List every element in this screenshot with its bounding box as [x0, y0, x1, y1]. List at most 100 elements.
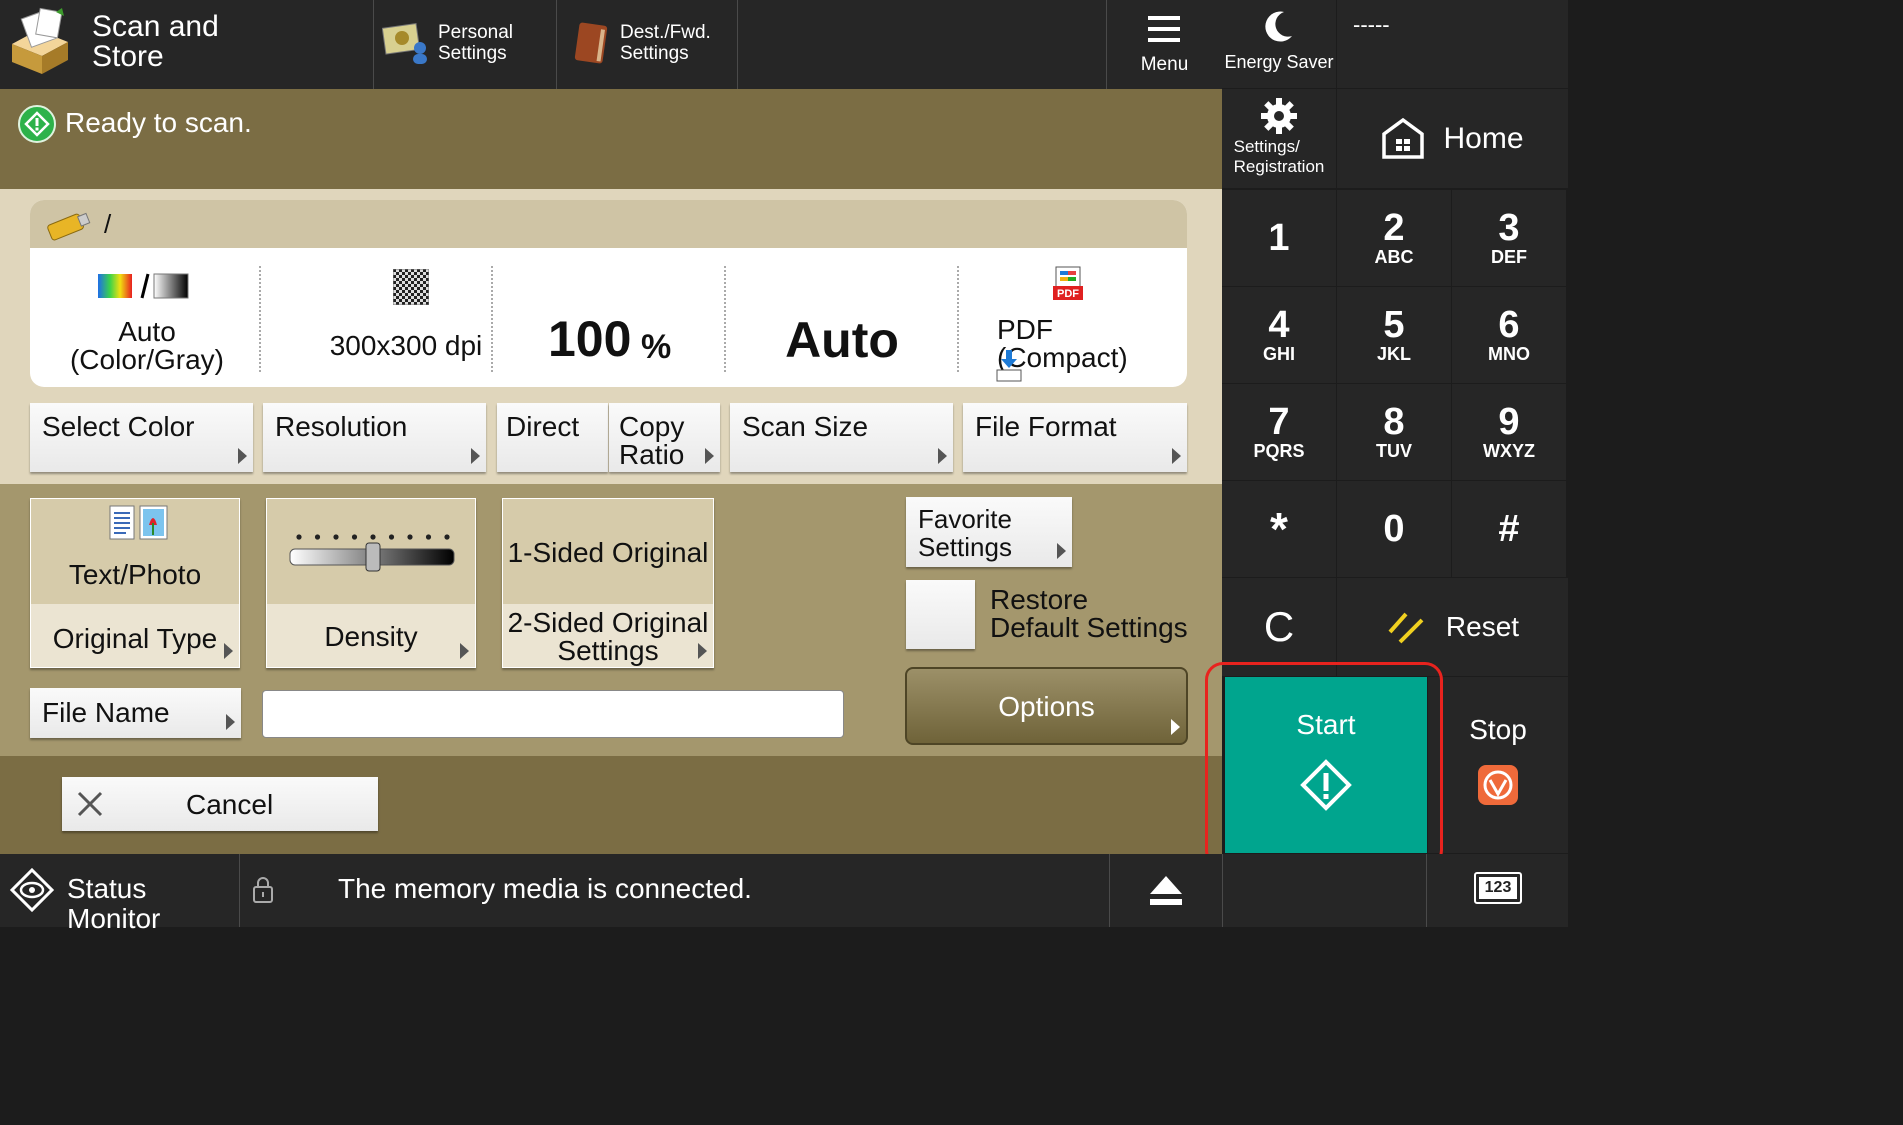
file-name-input[interactable]: [262, 690, 844, 738]
keypad-letters: GHI: [1262, 344, 1295, 364]
status-bar: Status Monitor The memory media is conne…: [0, 854, 1568, 934]
copy-ratio-summary: 100 %: [493, 248, 725, 387]
keypad-key-7[interactable]: 7 PQRS: [1222, 384, 1336, 480]
scan-size-summary: Auto: [726, 248, 958, 387]
resolution-button[interactable]: Resolution: [263, 403, 486, 472]
original-type-label: Original Type: [52, 623, 218, 654]
keypad-digit: #: [1498, 508, 1520, 550]
device-screen: Scan and Store Personal Settings Dest./F…: [0, 0, 1568, 934]
settings-registration-button[interactable]: Settings/ Registration: [1222, 89, 1336, 188]
direct-label: Direct: [506, 411, 580, 442]
personal-settings-button[interactable]: Personal Settings: [374, 0, 556, 89]
file-format-button[interactable]: File Format: [963, 403, 1187, 472]
file-format-value: PDF (Compact): [997, 314, 1128, 373]
keypad-key-1[interactable]: 1: [1222, 190, 1336, 286]
density-level-dot: [370, 534, 376, 540]
file-name-button[interactable]: File Name: [30, 688, 241, 738]
original-type-button[interactable]: Text/Photo Original Type: [30, 498, 240, 668]
scan-size-button[interactable]: Scan Size: [730, 403, 953, 472]
keypad-letters: TUV: [1376, 441, 1412, 461]
keypad-letters: ABC: [1374, 247, 1414, 267]
keypad-key-8[interactable]: 8 TUV: [1337, 384, 1451, 480]
density-level-dot: [314, 534, 321, 540]
color-value: Auto (Color/Gray): [69, 316, 224, 375]
address-book-icon: [573, 22, 609, 64]
status-monitor-button[interactable]: Status Monitor: [0, 854, 238, 934]
user-login-area[interactable]: -----: [1337, 0, 1568, 88]
hamburger-menu-icon: [1147, 14, 1181, 44]
select-color-button[interactable]: Select Color: [30, 403, 253, 472]
direct-button[interactable]: Direct: [497, 403, 608, 472]
keypad-letters: JKL: [1376, 344, 1411, 364]
cancel-button[interactable]: Cancel: [62, 777, 378, 831]
keypad-key-3[interactable]: 3 DEF: [1452, 190, 1566, 286]
density-button[interactable]: Density: [266, 498, 476, 668]
dest-fwd-settings-button[interactable]: Dest./Fwd. Settings: [557, 0, 737, 89]
options-label: Options: [998, 691, 1095, 722]
ratio-value: 100: [548, 311, 632, 367]
ready-diamond-icon: [18, 105, 56, 143]
keypad-digit: 0: [1383, 508, 1405, 550]
eject-icon: [1148, 874, 1184, 908]
app-title: Scan and Store: [92, 10, 219, 73]
destination-path-bar: /: [30, 200, 1187, 248]
keypad-digit: 4: [1268, 304, 1290, 346]
options-button[interactable]: Options: [905, 667, 1188, 745]
restore-default-button[interactable]: [906, 580, 975, 649]
stop-label: Stop: [1469, 714, 1527, 745]
gear-icon: [1260, 97, 1298, 135]
keypad-key-5[interactable]: 5 JKL: [1337, 287, 1451, 383]
top-bar: Scan and Store Personal Settings Dest./F…: [0, 0, 1222, 89]
counter-button[interactable]: 123: [1474, 872, 1522, 904]
keypad-key-2[interactable]: 2 ABC: [1337, 190, 1451, 286]
color-gray-icon: [96, 270, 192, 300]
menu-button[interactable]: Menu: [1107, 0, 1222, 89]
density-level-dot: [296, 534, 302, 540]
personal-settings-label: Personal Settings: [438, 22, 513, 64]
scan-size-value: Auto: [785, 312, 899, 368]
density-thumb: [365, 542, 381, 572]
scan-and-store-icon: [8, 6, 72, 76]
settings-registration-label: Settings/ Registration: [1233, 136, 1325, 176]
keypad-key-6[interactable]: 6 MNO: [1452, 287, 1566, 383]
dest-fwd-settings-label: Dest./Fwd. Settings: [620, 22, 711, 64]
resolution-checker-icon: [392, 268, 430, 306]
counter-label: 123: [1479, 877, 1517, 899]
keypad-key-0[interactable]: 0: [1337, 481, 1451, 577]
keypad-key-9[interactable]: 9 WXYZ: [1452, 384, 1566, 480]
keypad-key-hash[interactable]: #: [1452, 481, 1566, 577]
file-format-summary: PDF PDF (Compact): [959, 248, 1187, 387]
density-level-dot: [407, 534, 413, 540]
menu-label: Menu: [1140, 54, 1189, 75]
control-panel: Energy Saver ----- Settings/ Registratio…: [1205, 0, 1568, 868]
clear-label: C: [1263, 603, 1295, 650]
text-photo-icon: [109, 505, 169, 541]
restore-default-label: Restore Default Settings: [990, 584, 1188, 643]
favorite-settings-button[interactable]: Favorite Settings: [906, 497, 1072, 567]
favorite-settings-label: Favorite Settings: [918, 504, 1012, 562]
density-level-dot: [388, 534, 395, 540]
density-label: Density: [324, 621, 418, 652]
keypad-key-star[interactable]: *: [1222, 481, 1336, 577]
home-button[interactable]: Home: [1337, 89, 1568, 188]
sided-label: 2-Sided Original Settings: [507, 607, 709, 666]
save-to-media-icon: [995, 349, 1023, 383]
keypad-letters: WXYZ: [1483, 441, 1535, 461]
stop-button[interactable]: Stop: [1428, 677, 1568, 853]
copy-ratio-label: Copy Ratio: [619, 411, 685, 470]
copy-ratio-button[interactable]: Copy Ratio: [609, 403, 720, 472]
energy-saver-button[interactable]: Energy Saver: [1222, 0, 1336, 88]
scan-size-label: Scan Size: [742, 411, 869, 442]
file-format-label: File Format: [975, 411, 1117, 442]
settings-summary-card: / Auto (Color/Gray) 300x300 dpi 100 % Au…: [30, 200, 1187, 387]
reset-label: Reset: [1445, 611, 1520, 642]
sided-original-button[interactable]: 1-Sided Original 2-Sided Original Settin…: [502, 498, 714, 668]
keypad-digit: *: [1270, 503, 1288, 555]
svg-text:PDF: PDF: [1057, 288, 1079, 300]
keypad-key-4[interactable]: 4 GHI: [1222, 287, 1336, 383]
keypad-letters: MNO: [1488, 344, 1530, 364]
sided-value: 1-Sided Original: [507, 537, 709, 568]
destination-path: /: [104, 209, 112, 239]
eject-button[interactable]: [1110, 854, 1222, 927]
home-label: Home: [1443, 121, 1524, 155]
